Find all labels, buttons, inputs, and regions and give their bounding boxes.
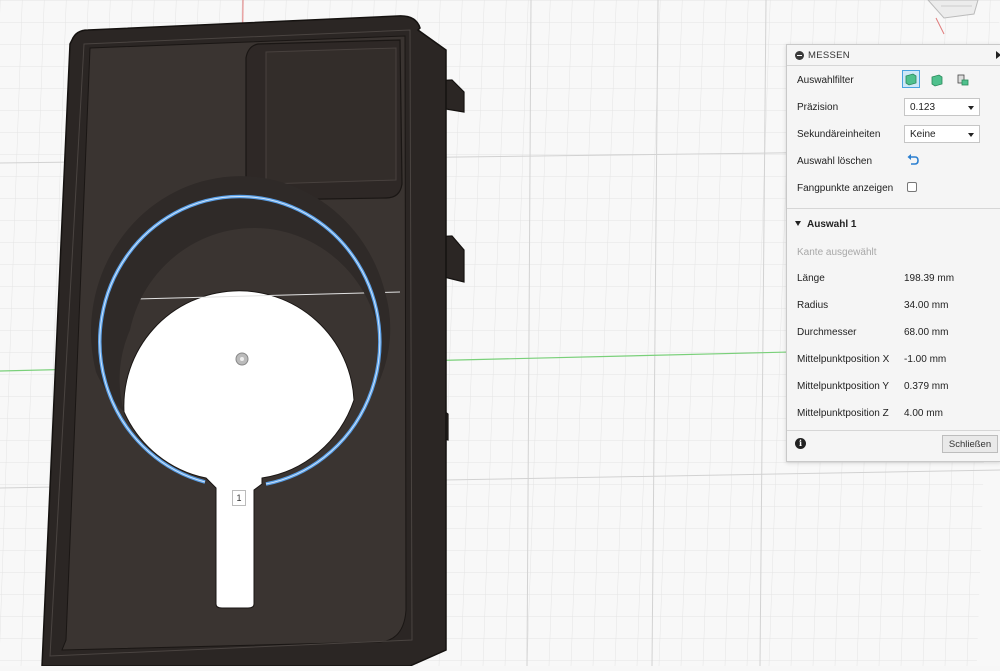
measure-value: 4.00 mm [904,408,943,419]
face-filter-icon[interactable] [929,72,945,91]
point-label: 1 [232,490,246,506]
measure-value: 198.39 mm [904,273,955,284]
measure-label: Mittelpunktposition Z [797,408,889,419]
filter-label: Auswahlfilter [797,75,854,86]
snap-points-label: Fangpunkte anzeigen [797,183,894,194]
measure-label: Mittelpunktposition X [797,354,890,365]
selected-info: Kante ausgewählt [797,247,877,258]
secondary-units-select[interactable]: Keine [904,125,980,143]
info-icon[interactable]: i [795,438,806,449]
body-filter-icon[interactable] [902,70,920,88]
measure-value: -1.00 mm [904,354,947,365]
measure-label: Länge [797,273,825,284]
panel-title: MESSEN [808,49,850,61]
measure-label: Durchmesser [797,327,857,338]
close-button[interactable]: Schließen [942,435,998,453]
section-header[interactable]: Auswahl 1 [795,219,856,230]
measure-panel: MESSEN Auswahlfilter Präzision 0.123 Sek… [786,44,1000,462]
collapse-icon[interactable] [795,50,804,60]
undo-icon[interactable] [906,153,920,170]
section-title: Auswahl 1 [807,219,857,230]
chevron-down-icon [968,133,974,137]
measure-value: 68.00 mm [904,327,949,338]
measure-label: Mittelpunktposition Y [797,381,890,392]
secondary-units-value: Keine [910,129,936,140]
expand-arrow-icon[interactable] [996,51,1000,59]
precision-label: Präzision [797,102,839,113]
panel-header[interactable]: MESSEN [787,45,1000,66]
snap-points-checkbox[interactable] [907,182,917,192]
measure-value: 0.379 mm [904,381,949,392]
clear-selection-label: Auswahl löschen [797,156,873,167]
measure-label: Radius [797,300,829,311]
precision-value: 0.123 [910,102,936,113]
chevron-down-icon [968,106,974,110]
edge-filter-icon[interactable] [955,72,971,91]
secondary-units-label: Sekundäreinheiten [797,129,881,140]
measure-value: 34.00 mm [904,300,949,311]
center-marker-icon [235,352,249,366]
precision-select[interactable]: 0.123 [904,98,980,116]
chevron-down-icon [795,221,801,226]
